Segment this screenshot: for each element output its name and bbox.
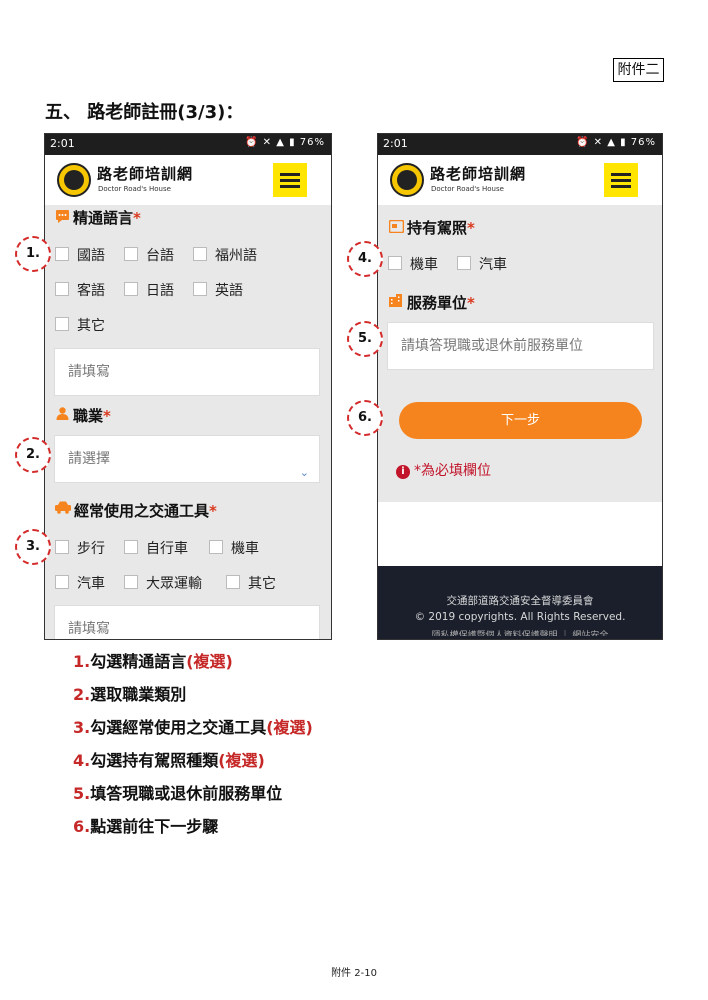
chevron-down-icon: ⌄	[299, 466, 309, 479]
section-heading: 五、 路老師註冊(3/3)：	[45, 102, 244, 123]
marker-1: 1.	[15, 236, 51, 272]
checkbox-language-hakka[interactable]	[55, 282, 69, 296]
info-icon: i	[396, 465, 410, 479]
footer-links[interactable]: 隱私權保護暨個人資料保護聲明 ｜ 網站安全	[378, 630, 662, 636]
site-subtitle: Doctor Road's House	[98, 185, 171, 193]
menu-button[interactable]	[273, 163, 307, 197]
battery-level: 76%	[299, 137, 325, 148]
checkbox-transport-bicycle[interactable]	[124, 540, 138, 554]
license-icon	[389, 220, 404, 233]
checkbox-transport-motorcycle[interactable]	[209, 540, 223, 554]
checkbox-license-car[interactable]	[457, 256, 471, 270]
status-icons: ⏰ ✕ ▲ ▮ 76%	[245, 137, 325, 148]
instruction-step-3: 3.勾選經常使用之交通工具(複選)	[73, 718, 313, 737]
status-bar: 2:01 ⏰ ✕ ▲ ▮ 76%	[378, 134, 662, 155]
car-icon	[55, 501, 71, 514]
site-logo[interactable]	[57, 163, 91, 197]
language-other-input[interactable]: 請填寫	[54, 348, 320, 396]
checkbox-language-taiwanese[interactable]	[124, 247, 138, 261]
instruction-step-2: 2.選取職業類別	[73, 685, 187, 704]
checkbox-label: 福州語	[215, 248, 257, 264]
occupation-select-value: 請選擇	[68, 451, 110, 467]
checkbox-language-english[interactable]	[193, 282, 207, 296]
checkbox-label: 其它	[248, 576, 276, 592]
checkbox-language-japanese[interactable]	[124, 282, 138, 296]
checkbox-label: 汽車	[479, 257, 507, 273]
service-unit-label: 服務單位*	[407, 294, 475, 312]
status-bar: 2:01 ⏰ ✕ ▲ ▮ 76%	[45, 134, 331, 155]
site-title: 路老師培訓網	[430, 165, 527, 183]
transport-label: 經常使用之交通工具*	[74, 502, 217, 520]
checkbox-label: 機車	[231, 541, 259, 557]
instruction-step-6: 6.點選前往下一步驟	[73, 817, 219, 836]
page-gap	[378, 502, 662, 566]
site-footer: 交通部道路交通安全督導委員會 © 2019 copyrights. All Ri…	[378, 566, 662, 639]
checkbox-label: 汽車	[77, 576, 105, 592]
checkbox-label: 英語	[215, 283, 243, 299]
status-icons: ⏰ ✕ ▲ ▮ 76%	[576, 137, 656, 148]
instruction-step-4: 4.勾選持有駕照種類(複選)	[73, 751, 265, 770]
app-header: 路老師培訓網 Doctor Road's House	[45, 155, 331, 205]
instruction-step-5: 5.填答現職或退休前服務單位	[73, 784, 283, 803]
site-subtitle: Doctor Road's House	[431, 185, 504, 193]
service-unit-input[interactable]: 請填答現職或退休前服務單位	[387, 322, 654, 370]
required-note-text: *為必填欄位	[414, 463, 491, 479]
chat-icon	[56, 210, 69, 223]
phone-screenshot-right: 2:01 ⏰ ✕ ▲ ▮ 76% 路老師培訓網 Doctor Road's Ho…	[377, 133, 663, 640]
building-icon	[389, 294, 402, 307]
checkbox-label: 台語	[146, 248, 174, 264]
page-number: 附件 2-10	[331, 968, 377, 979]
battery-level: 76%	[630, 137, 656, 148]
status-time: 2:01	[50, 137, 75, 150]
app-header: 路老師培訓網 Doctor Road's House	[378, 155, 662, 205]
footer-copyright: © 2019 copyrights. All Rights Reserved.	[414, 611, 626, 623]
site-logo[interactable]	[390, 163, 424, 197]
instruction-step-1: 1.勾選精通語言(複選)	[73, 652, 233, 671]
checkbox-transport-car[interactable]	[55, 575, 69, 589]
checkbox-label: 國語	[77, 248, 105, 264]
occupation-label: 職業*	[73, 407, 111, 425]
marker-2: 2.	[15, 437, 51, 473]
next-step-button[interactable]: 下一步	[399, 402, 642, 439]
language-label: 精通語言*	[73, 209, 141, 227]
marker-3: 3.	[15, 529, 51, 565]
phone-screenshot-left: 2:01 ⏰ ✕ ▲ ▮ 76% 路老師培訓網 Doctor Road's Ho…	[44, 133, 332, 640]
checkbox-label: 步行	[77, 541, 105, 557]
checkbox-transport-public[interactable]	[124, 575, 138, 589]
checkbox-label: 機車	[410, 257, 438, 273]
checkbox-label: 客語	[77, 283, 105, 299]
footer-organization: 交通部道路交通安全督導委員會	[446, 595, 594, 607]
marker-6: 6.	[347, 400, 383, 436]
checkbox-license-motorcycle[interactable]	[388, 256, 402, 270]
site-title: 路老師培訓網	[97, 165, 194, 183]
transport-other-input[interactable]: 請填寫	[54, 605, 320, 639]
checkbox-language-fuzhou[interactable]	[193, 247, 207, 261]
person-icon	[56, 407, 69, 420]
attachment-label: 附件二	[613, 58, 664, 82]
occupation-select[interactable]: 請選擇 ⌄	[54, 435, 320, 483]
checkbox-label: 日語	[146, 283, 174, 299]
checkbox-transport-other[interactable]	[226, 575, 240, 589]
checkbox-language-other[interactable]	[55, 317, 69, 331]
checkbox-language-mandarin[interactable]	[55, 247, 69, 261]
marker-4: 4.	[347, 241, 383, 277]
marker-5: 5.	[347, 321, 383, 357]
required-note: i *為必填欄位	[396, 460, 491, 480]
checkbox-transport-walk[interactable]	[55, 540, 69, 554]
menu-button[interactable]	[604, 163, 638, 197]
checkbox-label: 自行車	[146, 541, 188, 557]
checkbox-label: 大眾運輸	[146, 576, 202, 592]
checkbox-label: 其它	[77, 318, 105, 334]
status-time: 2:01	[383, 137, 408, 150]
license-label: 持有駕照*	[407, 219, 475, 237]
